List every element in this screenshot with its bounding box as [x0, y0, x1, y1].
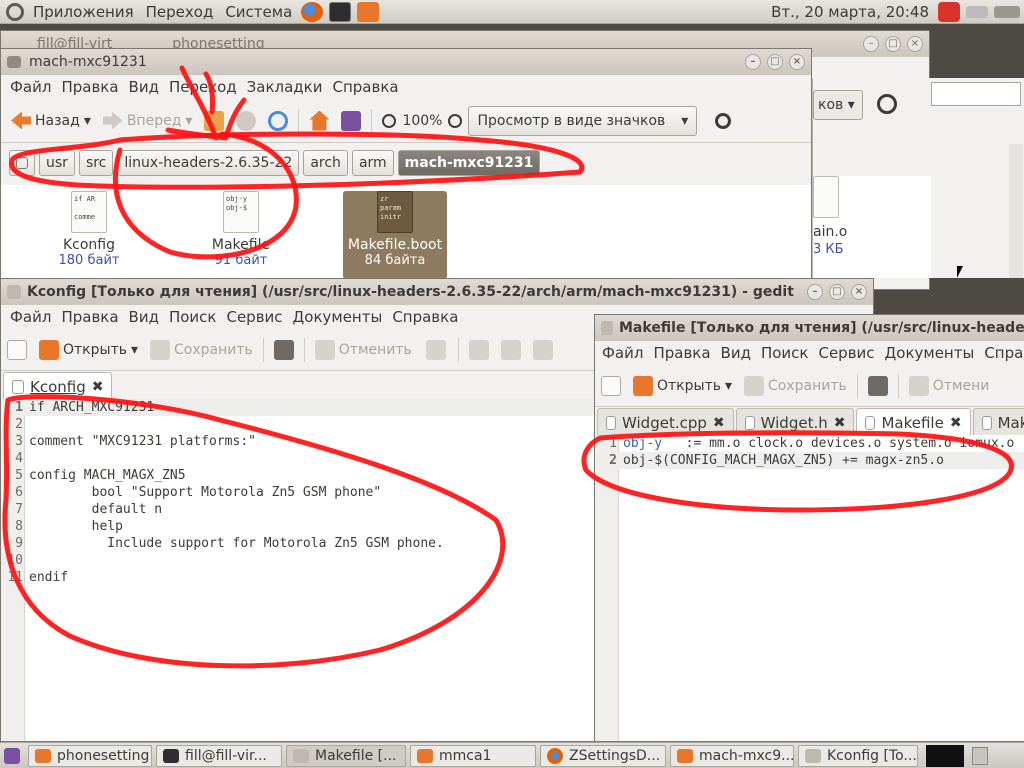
- annotation-kconfig-circle: [2, 394, 506, 669]
- annotation-arrow: [165, 65, 247, 141]
- annotation-path-circle: [9, 131, 585, 190]
- annotation-makefile-code-circle: [581, 430, 1014, 513]
- red-annotations: [2, 65, 1014, 669]
- annotation-makefile-circle: [112, 131, 299, 260]
